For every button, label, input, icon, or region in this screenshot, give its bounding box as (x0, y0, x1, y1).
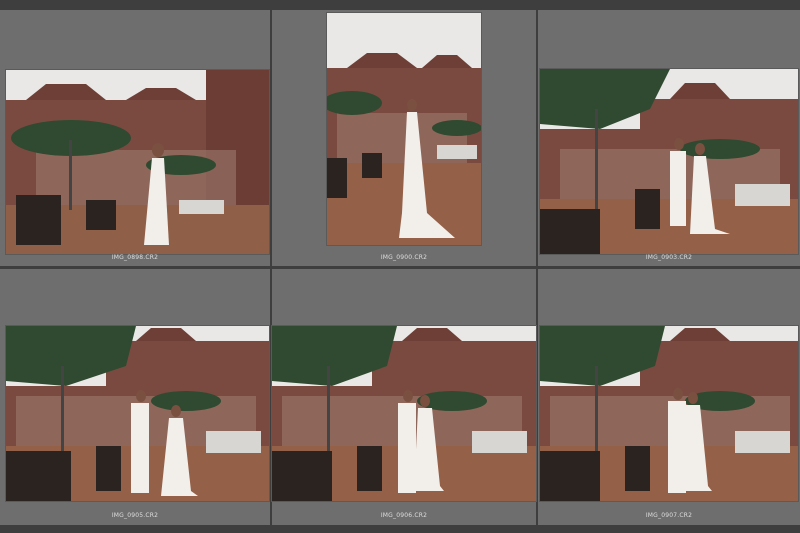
filename-label: IMG_0900.CR2 (380, 254, 428, 261)
photo-thumbnail[interactable] (327, 13, 481, 245)
photo-thumbnail[interactable] (540, 326, 798, 501)
thumbnail-cell[interactable]: IMG_0898.CR2 (0, 10, 270, 266)
thumbnail-cell[interactable]: IMG_0906.CR2 (272, 269, 536, 525)
thumbnail-cell[interactable]: IMG_0905.CR2 (0, 269, 270, 525)
filename-label: IMG_0903.CR2 (645, 254, 693, 261)
thumbnail-grid: IMG_0898.CR2 IMG_0900.CR2 IMG_0903.CR2 I… (0, 0, 800, 533)
photo-thumbnail[interactable] (6, 326, 269, 501)
photo-thumbnail[interactable] (272, 326, 536, 501)
thumbnail-cell[interactable]: IMG_0900.CR2 (272, 10, 536, 266)
filename-label: IMG_0907.CR2 (645, 512, 693, 519)
photo-thumbnail[interactable] (6, 70, 269, 254)
thumbnail-cell[interactable]: IMG_0903.CR2 (538, 10, 800, 266)
thumbnail-cell[interactable]: IMG_0907.CR2 (538, 269, 800, 525)
filename-label: IMG_0906.CR2 (380, 512, 428, 519)
filename-label: IMG_0905.CR2 (111, 512, 159, 519)
filename-label: IMG_0898.CR2 (111, 254, 159, 261)
photo-thumbnail[interactable] (540, 69, 798, 254)
